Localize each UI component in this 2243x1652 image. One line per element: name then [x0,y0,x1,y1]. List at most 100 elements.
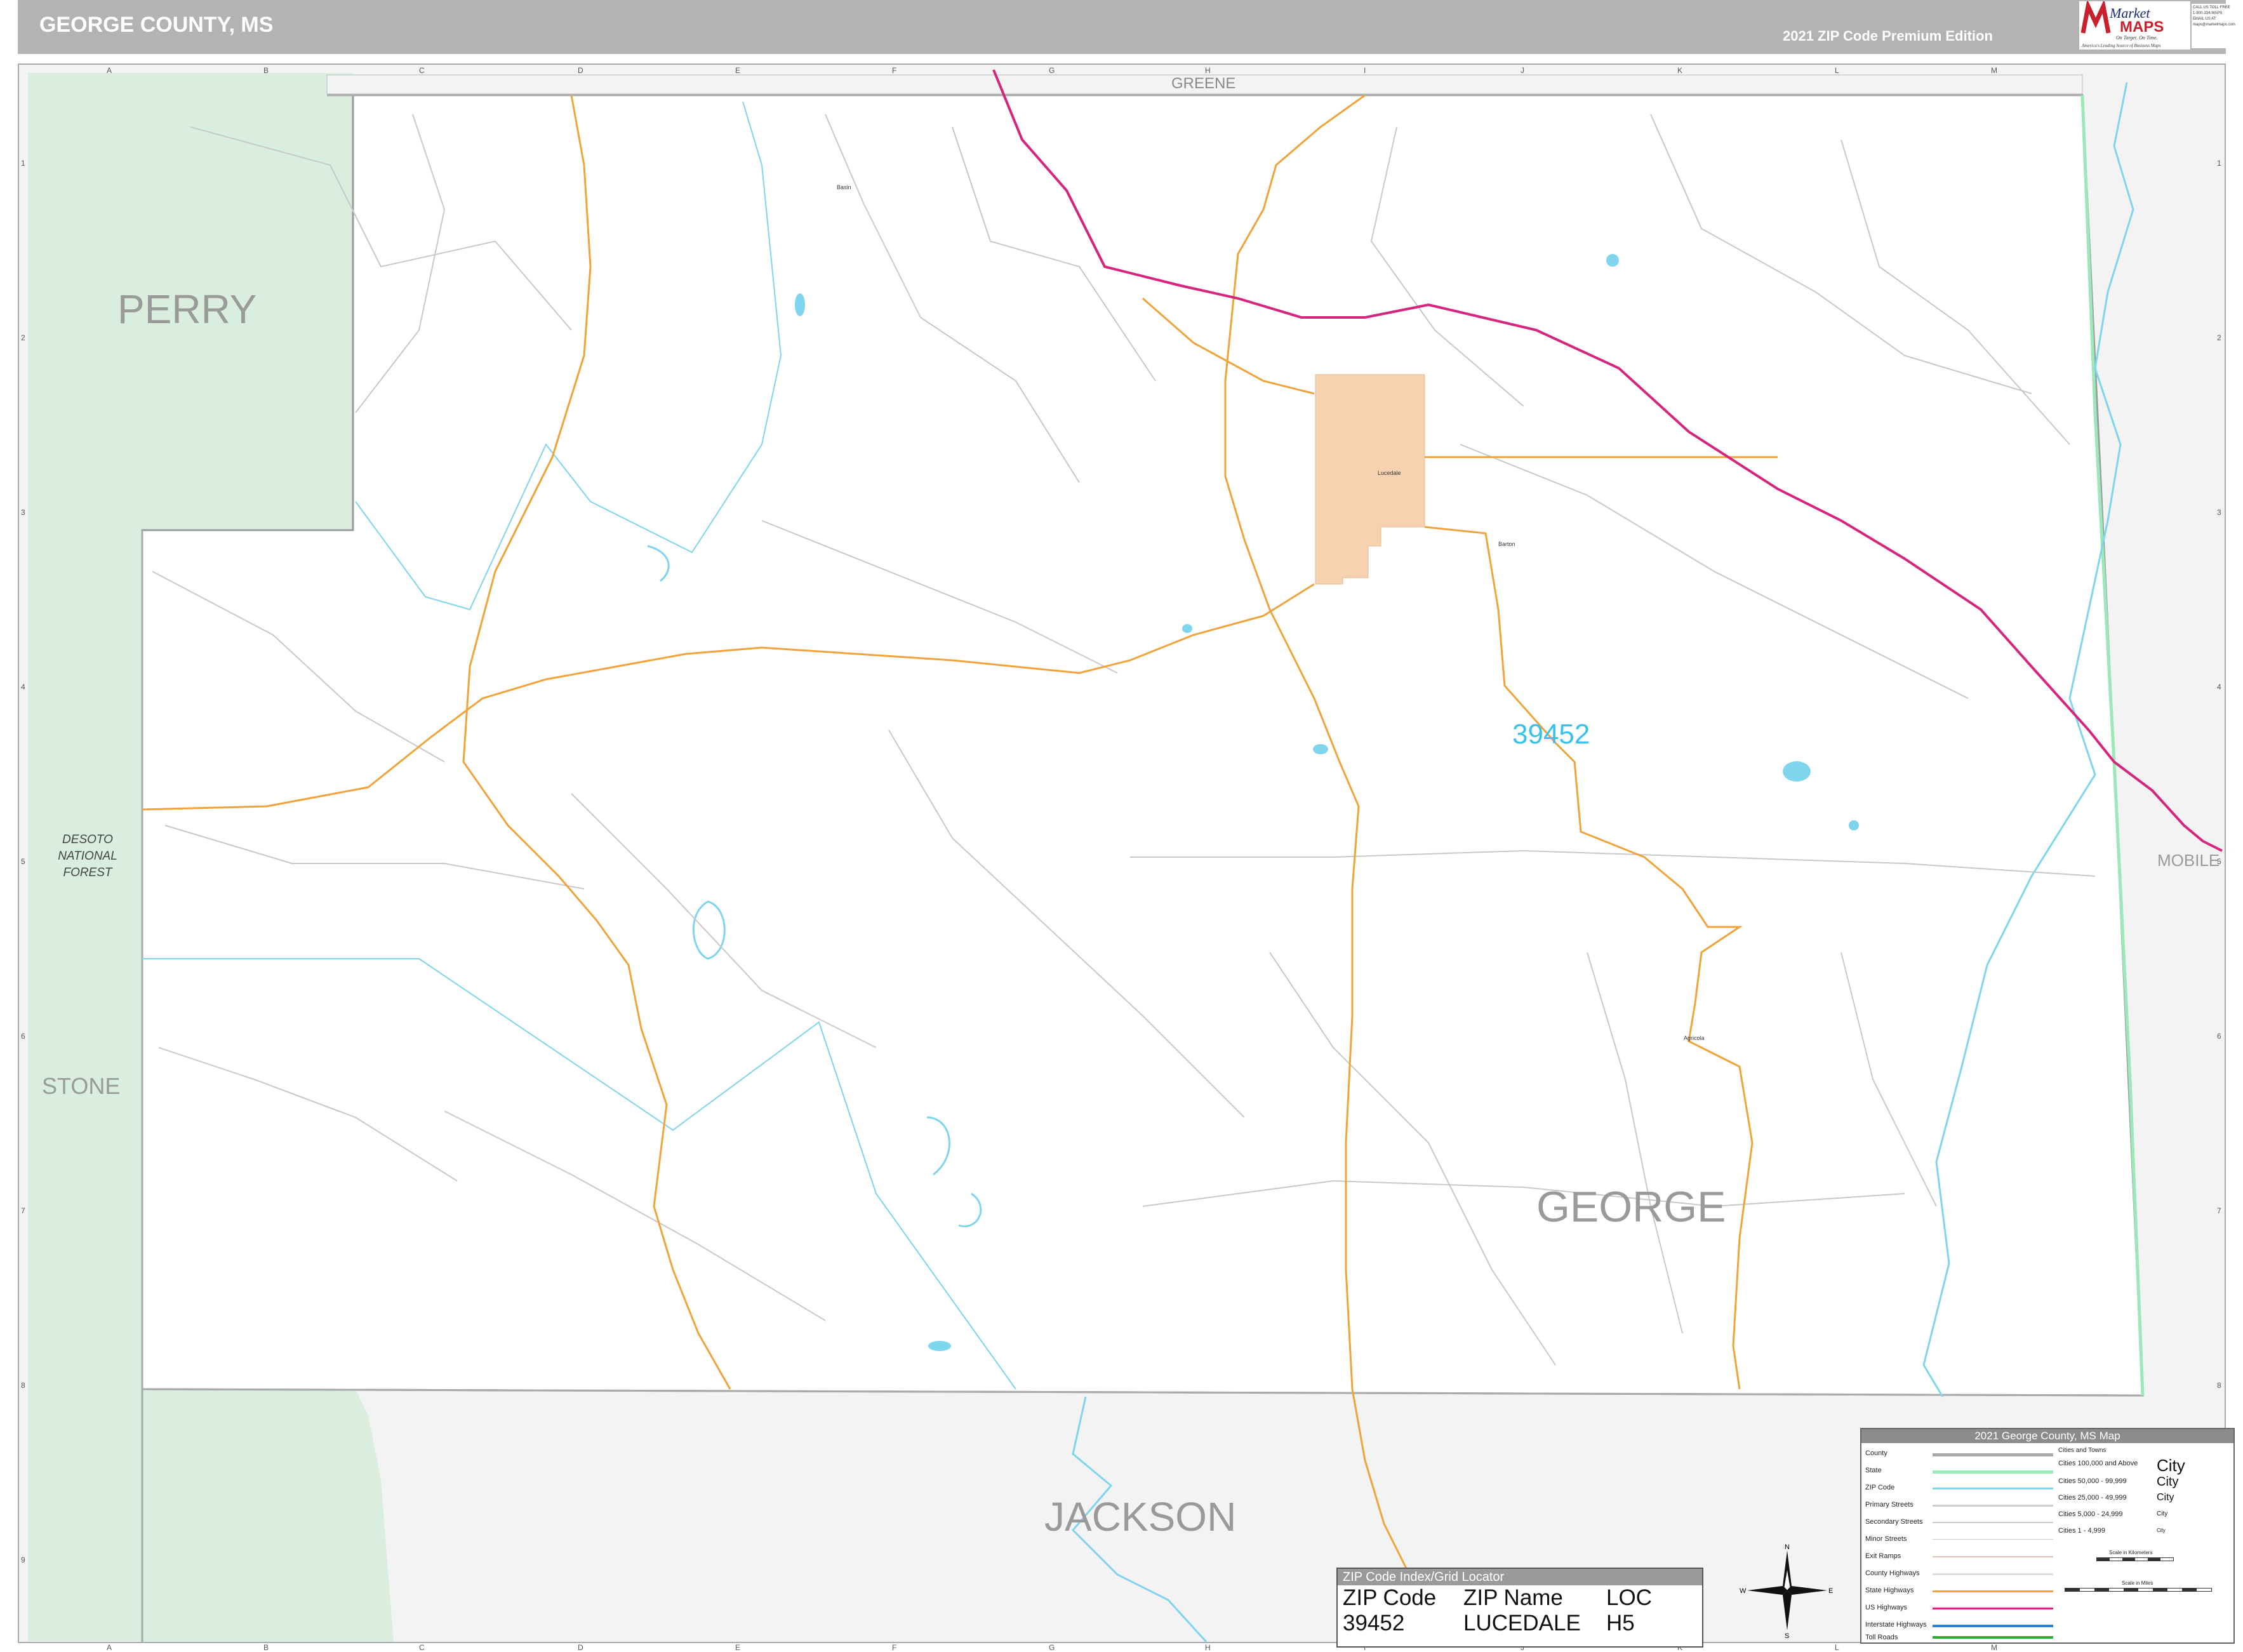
region-label-perry: PERRY [117,286,257,332]
grid-col-label: F [892,66,897,75]
region-label-greene: GREENE [1171,75,1236,92]
legend-city-mark: City [2157,1510,2168,1517]
grid-col-label: L [1835,66,1839,75]
legend-city-size: Cities 50,000 - 99,999 [2058,1477,2127,1485]
region-label-jackson: JACKSON [1044,1494,1237,1540]
map-legend: 2021 George County, MS Map Cities and To… [1860,1428,2235,1644]
legend-city-mark: City [2157,1528,2166,1533]
grid-col-label: K [1677,66,1683,75]
grid-row-label-right: 7 [2217,1206,2221,1215]
grid-row-label-right: 3 [2217,508,2221,517]
grid-row-label-right: 8 [2217,1381,2221,1390]
legend-city-size: Cities 100,000 and Above [2058,1460,2138,1467]
scale-bar-mi [2065,1588,2212,1592]
legend-swatch-ramps [1933,1556,2053,1557]
grid-row-label: 8 [21,1381,25,1390]
legend-item: Minor Streets [1865,1535,1907,1543]
legend-cities-title: Cities and Towns [2058,1447,2107,1454]
legend-scale-km: Scale in Kilometers [2109,1550,2153,1555]
desoto-forest-south [142,1389,394,1642]
grid-col-label: M [1991,66,1997,75]
region-label-george: GEORGE [1536,1183,1726,1231]
grid-col-label: A [107,66,112,75]
legend-swatch-secondary [1933,1522,2053,1523]
nf-line: DESOTO [62,833,113,846]
nf-line: FOREST [63,866,112,879]
legend-item: County Highways [1865,1569,1920,1577]
legend-swatch-toll [1933,1636,2053,1639]
zip-index-header: LOC [1606,1585,1652,1610]
grid-col-label: G [1049,66,1055,75]
place-label-barton: Barton [1498,541,1515,547]
legend-item: County [1865,1449,1887,1457]
compass-w: W [1740,1587,1747,1595]
george-county-area [141,94,2144,1397]
legend-item: Exit Ramps [1865,1552,1901,1560]
legend-city-size: Cities 5,000 - 24,999 [2058,1510,2123,1518]
legend-city-size: Cities 25,000 - 49,999 [2058,1494,2127,1502]
scale-bar-km [2096,1557,2174,1561]
grid-row-label-right: 4 [2217,683,2221,691]
legend-item: Secondary Streets [1865,1518,1923,1526]
legend-item: State Highways [1865,1587,1914,1594]
zip-index-header: ZIP Name [1463,1585,1563,1610]
grid-col-label: I [1364,66,1366,75]
legend-swatch-zip [1933,1488,2053,1489]
legend-swatch-county-hwy [1933,1573,2053,1575]
zip-index-cell: H5 [1606,1611,1635,1635]
legend-item: US Highways [1865,1604,1908,1611]
grid-row-label: 3 [21,508,25,517]
grid-row-label-right: 6 [2217,1032,2221,1041]
grid-col-label: E [735,66,741,75]
legend-swatch-minor [1933,1539,2053,1540]
legend-swatch-interstate [1933,1625,2053,1627]
grid-row-label-right: 2 [2217,333,2221,342]
zip-index-title: ZIP Code Index/Grid Locator [1338,1569,1702,1585]
grid-row-label: 4 [21,683,25,691]
region-label-stone: STONE [42,1073,121,1099]
legend-city-mark: City [2157,1456,2185,1475]
legend-title: 2021 George County, MS Map [1861,1429,2233,1443]
grid-col-label: J [1521,66,1524,75]
legend-swatch-state-hwy [1933,1590,2053,1592]
grid-row-label: 1 [21,159,25,168]
nf-line: NATIONAL [58,849,117,863]
grid-col-label: H [1205,66,1211,75]
legend-item: Toll Roads [1865,1634,1898,1641]
legend-city-size: Cities 1 - 4,999 [2058,1527,2105,1535]
grid-row-label: 2 [21,333,25,342]
legend-swatch-primary [1933,1505,2053,1507]
grid-col-label: C [419,66,425,75]
legend-item: Interstate Highways [1865,1621,1927,1629]
grid-row-label-right: 1 [2217,159,2221,168]
legend-item: State [1865,1467,1882,1474]
zip-index-header-row: ZIP Code ZIP Name LOC [1338,1585,1702,1611]
region-label-mobile: MOBILE [2157,851,2220,870]
zip-index-row: 39452 LUCEDALE H5 [1338,1611,1702,1636]
zip-index-cell: 39452 [1343,1611,1405,1635]
grid-row-label: 7 [21,1206,25,1215]
legend-swatch-county [1933,1453,2053,1456]
region-label-national-forest: DESOTO NATIONAL FOREST [50,832,126,881]
place-label-basin: Basin [837,184,851,190]
place-label-lucedale: Lucedale [1378,470,1401,476]
grid-col-label: B [263,66,269,75]
place-label-agricola: Agricola [1684,1035,1705,1041]
zip-index-header: ZIP Code [1343,1585,1437,1610]
legend-swatch-state [1933,1470,2053,1474]
legend-item: Primary Streets [1865,1501,1914,1509]
zip-code-label: 39452 [1512,719,1590,750]
legend-city-mark: City [2157,1492,2174,1503]
grid-row-label: 5 [21,857,25,866]
compass-s: S [1785,1632,1789,1638]
compass-e: E [1828,1587,1833,1595]
compass-rose-icon: N S E W [1740,1543,1833,1638]
compass-n: N [1785,1543,1790,1551]
legend-swatch-us-hwy [1933,1608,2053,1609]
zip-index-cell: LUCEDALE [1463,1611,1581,1635]
legend-city-mark: City [2157,1475,2179,1489]
zip-index-table: ZIP Code Index/Grid Locator ZIP Code ZIP… [1336,1568,1703,1648]
grid-row-label: 6 [21,1032,25,1041]
county-map[interactable] [0,0,2243,1651]
legend-scale-mi: Scale in Miles [2122,1580,2153,1586]
